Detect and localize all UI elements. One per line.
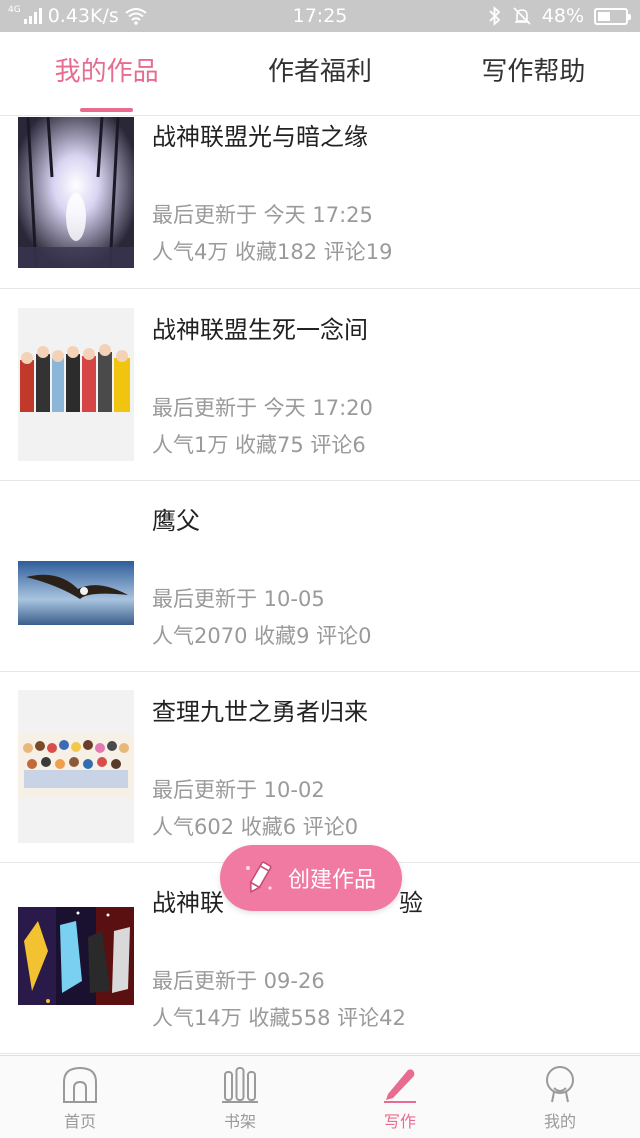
work-cover-image: [18, 308, 134, 461]
battery-icon: [594, 7, 631, 25]
tab-my-works-label: 我的作品: [54, 57, 159, 87]
work-title: 查理九世之勇者归来: [152, 698, 368, 726]
status-bar: 4G 0.43K/s 17:25 48%: [0, 0, 640, 32]
create-work-label: 创建作品: [288, 868, 377, 893]
tab-writing-help-label: 写作帮助: [481, 57, 586, 87]
nav-write[interactable]: 写作: [320, 1056, 480, 1138]
work-updated: 最后更新于 09-26: [152, 969, 325, 993]
bluetooth-icon: [489, 6, 501, 26]
work-updated: 最后更新于 今天 17:25: [152, 203, 373, 227]
work-updated: 最后更新于 10-05: [152, 587, 325, 611]
works-list[interactable]: 战神联盟光与暗之缘 最后更新于 今天 17:25 人气4万 收藏182 评论19: [0, 117, 640, 1055]
work-title: 战神联盟光与暗之缘: [152, 123, 368, 151]
tab-author-benefits-label: 作者福利: [267, 57, 372, 87]
tab-author-benefits[interactable]: 作者福利: [213, 32, 426, 115]
nav-write-label: 写作: [383, 1112, 416, 1131]
create-work-button[interactable]: 创建作品: [220, 845, 402, 911]
status-right: 48%: [488, 5, 631, 27]
nav-profile-label: 我的: [543, 1112, 576, 1131]
work-updated: 最后更新于 10-02: [152, 778, 325, 802]
work-title: 鹰父: [152, 507, 200, 535]
nav-bookshelf[interactable]: 书架: [160, 1056, 320, 1138]
nav-bookshelf-label: 书架: [223, 1112, 256, 1131]
battery-percent: 48%: [541, 5, 584, 27]
bottom-nav: 首页 书架 写作 我的: [0, 1055, 640, 1138]
tab-writing-help[interactable]: 写作帮助: [427, 32, 640, 115]
work-stats: 人气602 收藏6 评论0: [152, 815, 359, 839]
work-item[interactable]: 查理九世之勇者归来 最后更新于 10-02 人气602 收藏6 评论0: [0, 672, 640, 863]
work-item[interactable]: 战神联盟光与暗之缘 最后更新于 今天 17:25 人气4万 收藏182 评论19: [0, 117, 640, 289]
work-stats: 人气2070 收藏9 评论0: [152, 624, 372, 648]
work-title: 战神联盟生死一念间: [152, 316, 368, 344]
work-stats: 人气4万 收藏182 评论19: [152, 240, 393, 264]
tab-my-works[interactable]: 我的作品: [0, 32, 213, 115]
nav-home-label: 首页: [63, 1112, 96, 1131]
nav-profile[interactable]: 我的: [480, 1056, 640, 1138]
pencil-icon: [246, 861, 272, 894]
battery-level: [598, 11, 610, 21]
work-cover-image: [18, 499, 134, 652]
profile-icon: [546, 1066, 574, 1103]
active-tab-indicator: [80, 108, 133, 112]
work-title-visible-part: 战神联: [152, 889, 224, 917]
work-item[interactable]: 鹰父 最后更新于 10-05 人气2070 收藏9 评论0: [0, 481, 640, 672]
top-tab-bar: 我的作品 作者福利 写作帮助: [0, 32, 640, 116]
work-cover-image: [18, 117, 134, 268]
mute-bell-icon: [513, 7, 531, 25]
pen-icon: [384, 1069, 416, 1103]
work-stats: 人气14万 收藏558 评论42: [152, 1006, 406, 1030]
work-title-visible-tail: 验: [399, 889, 423, 917]
bookshelf-icon: [222, 1067, 258, 1103]
work-item[interactable]: 战神联盟生死一念间 最后更新于 今天 17:20 人气1万 收藏75 评论6: [0, 290, 640, 481]
work-updated: 最后更新于 今天 17:20: [152, 396, 373, 420]
nav-home[interactable]: 首页: [0, 1056, 160, 1138]
work-cover-image: [18, 690, 134, 843]
home-icon: [63, 1066, 97, 1103]
work-stats: 人气1万 收藏75 评论6: [152, 433, 366, 457]
work-cover-image: [18, 881, 134, 1034]
